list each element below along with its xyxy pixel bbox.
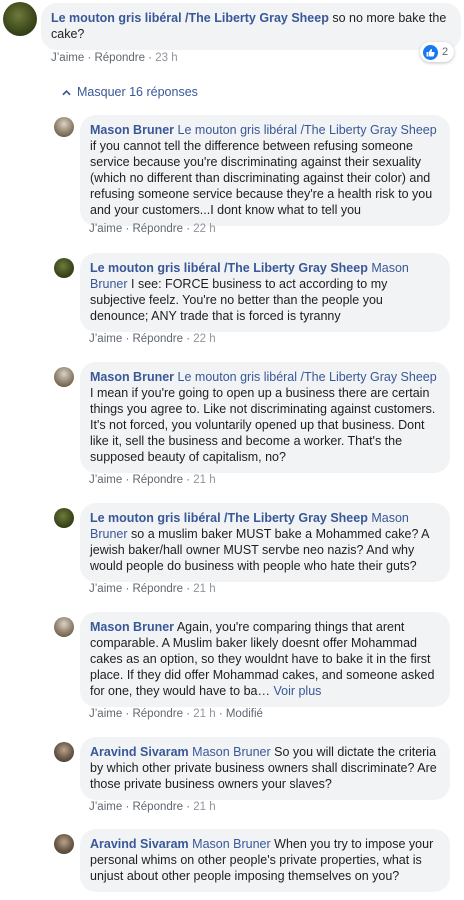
chevron-up-icon: [62, 85, 71, 99]
comment-actions: J’aime · Répondre · 23 h: [51, 52, 178, 64]
comment-bubble: Le mouton gris libéral /The Liberty Gray…: [80, 253, 450, 332]
reply-link[interactable]: Répondre: [94, 52, 145, 64]
author-name[interactable]: Aravind Sivaram: [90, 837, 189, 851]
mention-tag[interactable]: Le mouton gris libéral /The Liberty Gray…: [178, 123, 437, 137]
avatar[interactable]: [54, 742, 74, 762]
timestamp[interactable]: 21 h: [193, 801, 215, 813]
like-link[interactable]: J’aime: [89, 801, 122, 813]
like-link[interactable]: J’aime: [89, 708, 122, 720]
mention-tag[interactable]: Mason Bruner: [192, 745, 271, 759]
comment-actions: J’aime · Répondre · 21 h: [89, 583, 216, 595]
thumbs-up-icon: [423, 44, 438, 60]
like-link[interactable]: J’aime: [89, 333, 122, 345]
comment-actions: J’aime · Répondre · 21 h: [89, 474, 216, 486]
author-name[interactable]: Le mouton gris libéral /The Liberty Gray…: [90, 261, 368, 275]
author-name[interactable]: Mason Bruner: [90, 370, 174, 384]
separator: ·: [218, 708, 226, 720]
comment-text: so a muslim baker MUST bake a Mohammed c…: [90, 527, 429, 573]
avatar[interactable]: [3, 2, 37, 36]
reply-link[interactable]: Répondre: [132, 474, 183, 486]
comment-text: I see: FORCE business to act according t…: [90, 277, 388, 323]
avatar[interactable]: [54, 367, 74, 387]
mention-tag[interactable]: Mason Bruner: [192, 837, 271, 851]
reply-link[interactable]: Répondre: [132, 801, 183, 813]
avatar[interactable]: [54, 508, 74, 528]
edited-label[interactable]: Modifié: [226, 708, 263, 720]
comment-bubble: Mason Bruner Le mouton gris libéral /The…: [80, 115, 450, 226]
like-link[interactable]: J’aime: [51, 52, 84, 64]
author-name[interactable]: Aravind Sivaram: [90, 745, 189, 759]
timestamp[interactable]: 21 h: [193, 474, 215, 486]
mention-tag[interactable]: Le mouton gris libéral /The Liberty Gray…: [178, 370, 437, 384]
timestamp[interactable]: 21 h: [193, 708, 215, 720]
timestamp[interactable]: 22 h: [193, 333, 215, 345]
reply-link[interactable]: Répondre: [132, 223, 183, 235]
comment-bubble: Mason Bruner Again, you're comparing thi…: [80, 612, 450, 707]
comment-bubble: Mason Bruner Le mouton gris libéral /The…: [80, 362, 450, 473]
reply-link[interactable]: Répondre: [132, 708, 183, 720]
avatar[interactable]: [54, 834, 74, 854]
like-link[interactable]: J’aime: [89, 223, 122, 235]
comment-bubble: Le mouton gris libéral /The Liberty Gray…: [41, 3, 461, 50]
author-name[interactable]: Mason Bruner: [90, 620, 174, 634]
reply-link[interactable]: Répondre: [132, 333, 183, 345]
top-comment: Le mouton gris libéral /The Liberty Gray…: [0, 0, 464, 70]
comment-bubble: Aravind Sivaram Mason Bruner So you will…: [80, 737, 450, 800]
hide-replies-toggle[interactable]: Masquer 16 réponses: [62, 85, 198, 99]
timestamp[interactable]: 21 h: [193, 583, 215, 595]
reaction-count: 2: [442, 46, 449, 58]
comment-text: if you cannot tell the difference betwee…: [90, 139, 433, 217]
like-link[interactable]: J’aime: [89, 583, 122, 595]
reply-link[interactable]: Répondre: [132, 583, 183, 595]
author-name[interactable]: Mason Bruner: [90, 123, 174, 137]
comment-actions: J’aime · Répondre · 22 h: [89, 333, 216, 345]
author-name[interactable]: Le mouton gris libéral /The Liberty Gray…: [90, 511, 368, 525]
see-more-link[interactable]: Voir plus: [273, 684, 321, 698]
comment-actions: J’aime · Répondre · 21 h: [89, 801, 216, 813]
comment-actions: J’aime · Répondre · 22 h: [89, 223, 216, 235]
author-name[interactable]: Le mouton gris libéral /The Liberty Gray…: [51, 11, 329, 25]
like-link[interactable]: J’aime: [89, 474, 122, 486]
comment-bubble: Le mouton gris libéral /The Liberty Gray…: [80, 503, 450, 582]
avatar[interactable]: [54, 258, 74, 278]
reaction-badge[interactable]: 2: [420, 42, 455, 62]
timestamp[interactable]: 23 h: [155, 52, 177, 64]
timestamp[interactable]: 22 h: [193, 223, 215, 235]
comment-text: I mean if you're going to open up a busi…: [90, 386, 436, 464]
comment-actions: J’aime · Répondre · 21 h · Modifié: [89, 708, 263, 720]
comment-bubble: Aravind Sivaram Mason Bruner When you tr…: [80, 829, 450, 892]
avatar[interactable]: [54, 617, 74, 637]
avatar[interactable]: [54, 117, 74, 137]
toggle-label: Masquer 16 réponses: [77, 85, 198, 99]
